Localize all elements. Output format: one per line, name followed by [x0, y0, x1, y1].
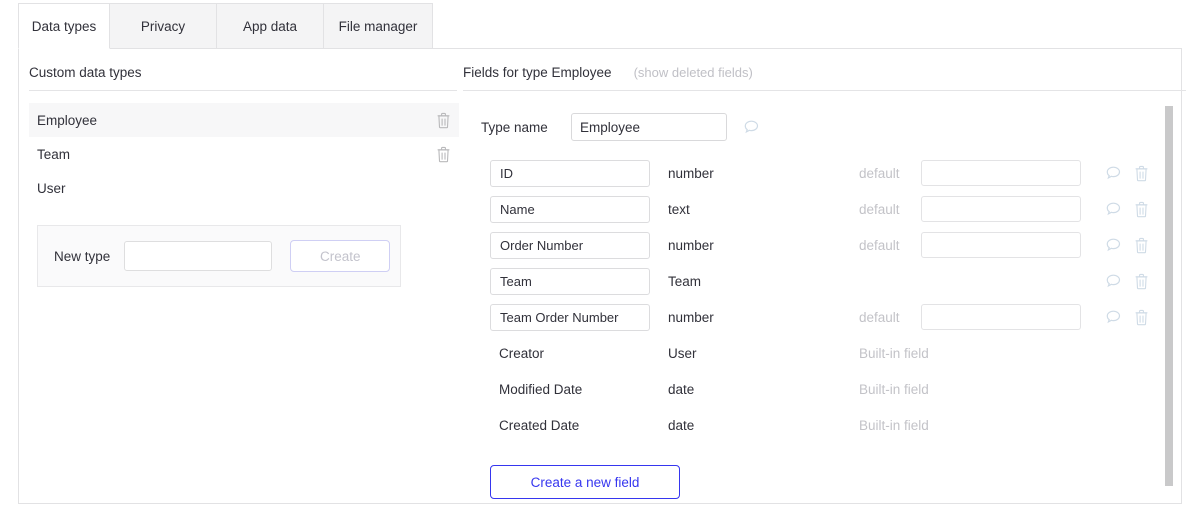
type-name-label: Type name — [481, 119, 548, 135]
trash-icon[interactable] — [1134, 273, 1149, 290]
create-type-button[interactable]: Create — [290, 240, 391, 272]
field-row-builtin: Created Date date Built-in field — [490, 407, 1181, 443]
new-type-label: New type — [54, 248, 111, 264]
tab-file-manager[interactable]: File manager — [323, 3, 433, 49]
data-type-row-team[interactable]: Team — [29, 137, 459, 171]
trash-icon[interactable] — [1134, 165, 1149, 182]
comment-bubble-icon[interactable] — [1105, 237, 1122, 254]
new-type-box: New type Create — [37, 225, 401, 287]
type-name-row: Type name — [481, 113, 1181, 141]
field-type-label: date — [668, 381, 695, 397]
field-row: number default — [490, 155, 1181, 191]
main-panel: Custom data types Employee Team User New… — [18, 48, 1186, 504]
trash-icon[interactable] — [436, 146, 451, 163]
field-default-label: default — [859, 201, 900, 217]
field-type-label: date — [668, 417, 695, 433]
data-type-row-user[interactable]: User — [29, 171, 459, 205]
fields-header: Fields for type Employee (show deleted f… — [463, 49, 1181, 90]
custom-data-types-title: Custom data types — [29, 65, 142, 80]
tab-app-data[interactable]: App data — [216, 3, 324, 49]
field-default-label: default — [859, 165, 900, 181]
tab-label: Data types — [31, 18, 97, 34]
field-default-label: default — [859, 237, 900, 253]
field-type-label: text — [668, 201, 690, 217]
fields-title: Fields for type Employee — [463, 65, 612, 80]
field-default-label: default — [859, 309, 900, 325]
show-deleted-fields-link[interactable]: (show deleted fields) — [634, 65, 753, 80]
vertical-scrollbar-track[interactable] — [1165, 49, 1173, 503]
field-name-input[interactable] — [490, 159, 650, 187]
field-default-input[interactable] — [921, 304, 1081, 330]
field-row: number default — [490, 299, 1181, 335]
column-separator — [461, 49, 462, 503]
app-root: Data types Privacy App data File manager… — [0, 0, 1200, 514]
field-type-label: number — [668, 309, 714, 325]
trash-icon[interactable] — [436, 112, 451, 129]
data-type-list: Employee Team User — [29, 103, 459, 205]
vertical-scrollbar-thumb[interactable] — [1165, 106, 1173, 486]
tab-label: Privacy — [140, 18, 186, 34]
create-new-field-button[interactable]: Create a new field — [490, 465, 680, 499]
fields-panel: Fields for type Employee (show deleted f… — [463, 49, 1186, 503]
data-type-label: Team — [37, 146, 71, 162]
type-name-input[interactable] — [571, 113, 727, 141]
field-type-label: User — [668, 345, 697, 361]
trash-icon[interactable] — [1134, 201, 1149, 218]
comment-bubble-icon[interactable] — [743, 119, 760, 136]
comment-bubble-icon[interactable] — [1105, 309, 1122, 326]
field-name-label: Created Date — [499, 417, 580, 433]
tab-privacy[interactable]: Privacy — [109, 3, 217, 49]
data-type-label: Employee — [37, 112, 98, 128]
comment-bubble-icon[interactable] — [1105, 201, 1122, 218]
field-row: text default — [490, 191, 1181, 227]
field-row-builtin: Creator User Built-in field — [490, 335, 1181, 371]
trash-icon[interactable] — [1134, 309, 1149, 326]
custom-data-types-panel: Custom data types Employee Team User New… — [29, 49, 459, 287]
trash-icon[interactable] — [1134, 237, 1149, 254]
field-name-label: Creator — [499, 345, 545, 361]
tab-data-types[interactable]: Data types — [18, 3, 110, 49]
field-row: number default — [490, 227, 1181, 263]
field-type-label: Team — [668, 273, 702, 289]
tab-label: File manager — [338, 18, 418, 34]
field-default-input[interactable] — [921, 196, 1081, 222]
comment-bubble-icon[interactable] — [1105, 165, 1122, 182]
builtin-field-label: Built-in field — [859, 381, 929, 397]
data-type-label: User — [37, 180, 66, 196]
data-type-row-employee[interactable]: Employee — [29, 103, 459, 137]
tab-label: App data — [242, 18, 298, 34]
new-type-input[interactable] — [124, 241, 273, 271]
field-name-input[interactable] — [490, 231, 650, 259]
field-default-input[interactable] — [921, 160, 1081, 186]
comment-bubble-icon[interactable] — [1105, 273, 1122, 290]
left-divider — [29, 90, 457, 91]
field-name-input[interactable] — [490, 303, 650, 331]
field-type-label: number — [668, 165, 714, 181]
field-default-input[interactable] — [921, 232, 1081, 258]
fields-list: number default — [490, 155, 1181, 443]
builtin-field-label: Built-in field — [859, 417, 929, 433]
tab-strip: Data types Privacy App data File manager — [18, 3, 433, 49]
field-row: Team — [490, 263, 1181, 299]
field-name-label: Modified Date — [499, 381, 583, 397]
field-name-input[interactable] — [490, 195, 650, 223]
field-name-input[interactable] — [490, 267, 650, 295]
field-row-builtin: Modified Date date Built-in field — [490, 371, 1181, 407]
field-type-label: number — [668, 237, 714, 253]
builtin-field-label: Built-in field — [859, 345, 929, 361]
right-divider — [463, 90, 1186, 91]
